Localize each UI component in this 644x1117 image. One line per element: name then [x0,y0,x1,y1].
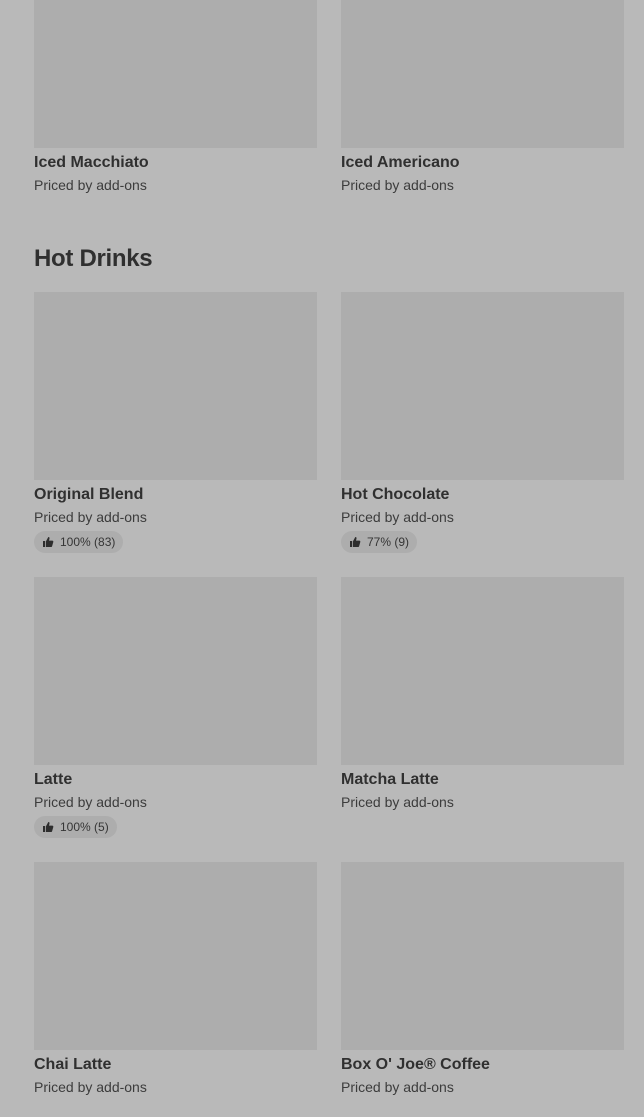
item-price: Priced by add-ons [34,509,147,525]
item-image[interactable] [34,577,317,765]
item-name: Iced Macchiato [34,154,149,171]
thumbs-up-icon [42,821,54,833]
item-price: Priced by add-ons [341,509,454,525]
item-image[interactable] [341,577,624,765]
item-name: Latte [34,771,73,788]
rating-badge: 100% (83) [34,531,124,553]
item-price: Priced by add-ons [34,794,147,810]
item-name: Hot Chocolate [341,486,450,503]
thumbs-up-icon [349,536,361,548]
thumbs-up-icon [42,536,54,548]
menu-page: Iced Macchiato Priced by add-ons Iced Am… [0,0,644,1117]
item-image[interactable] [341,292,624,480]
item-price: Priced by add-ons [341,794,454,810]
menu-item-card-iced-americano[interactable]: Iced Americano Priced by add-ons [341,0,624,193]
item-image[interactable] [341,0,624,148]
item-image[interactable] [341,862,624,1050]
menu-item-card-hot-chocolate[interactable]: Hot Chocolate Priced by add-ons 77% (9) [341,292,624,553]
menu-item-card-matcha-latte[interactable]: Matcha Latte Priced by add-ons [341,577,624,838]
item-price: Priced by add-ons [341,177,454,193]
item-name: Chai Latte [34,1056,112,1073]
menu-item-card-latte[interactable]: Latte Priced by add-ons 100% (5) [34,577,317,838]
rating-badge: 77% (9) [341,531,418,553]
item-name: Original Blend [34,486,144,503]
menu-item-card-box-o-joe-coffee[interactable]: Box O' Joe® Coffee Priced by add-ons [341,862,624,1095]
menu-item-card-chai-latte[interactable]: Chai Latte Priced by add-ons [34,862,317,1095]
rating-text: 100% (83) [60,535,116,549]
hot-drinks-grid: Original Blend Priced by add-ons 100% (8… [34,292,624,1095]
item-image[interactable] [34,862,317,1050]
item-name: Matcha Latte [341,771,439,788]
item-price: Priced by add-ons [341,1079,454,1095]
rating-placeholder [341,810,624,838]
item-image[interactable] [34,0,317,148]
rating-badge: 100% (5) [34,816,117,838]
rating-text: 100% (5) [60,820,109,834]
item-price: Priced by add-ons [34,177,147,193]
section-title-hot-drinks: Hot Drinks [34,245,153,272]
item-price: Priced by add-ons [34,1079,147,1095]
menu-item-card-original-blend[interactable]: Original Blend Priced by add-ons 100% (8… [34,292,317,553]
menu-item-card-iced-macchiato[interactable]: Iced Macchiato Priced by add-ons [34,0,317,193]
item-name: Box O' Joe® Coffee [341,1056,490,1073]
top-item-grid: Iced Macchiato Priced by add-ons Iced Am… [34,0,624,193]
item-image[interactable] [34,292,317,480]
rating-text: 77% (9) [367,535,410,549]
item-name: Iced Americano [341,154,460,171]
